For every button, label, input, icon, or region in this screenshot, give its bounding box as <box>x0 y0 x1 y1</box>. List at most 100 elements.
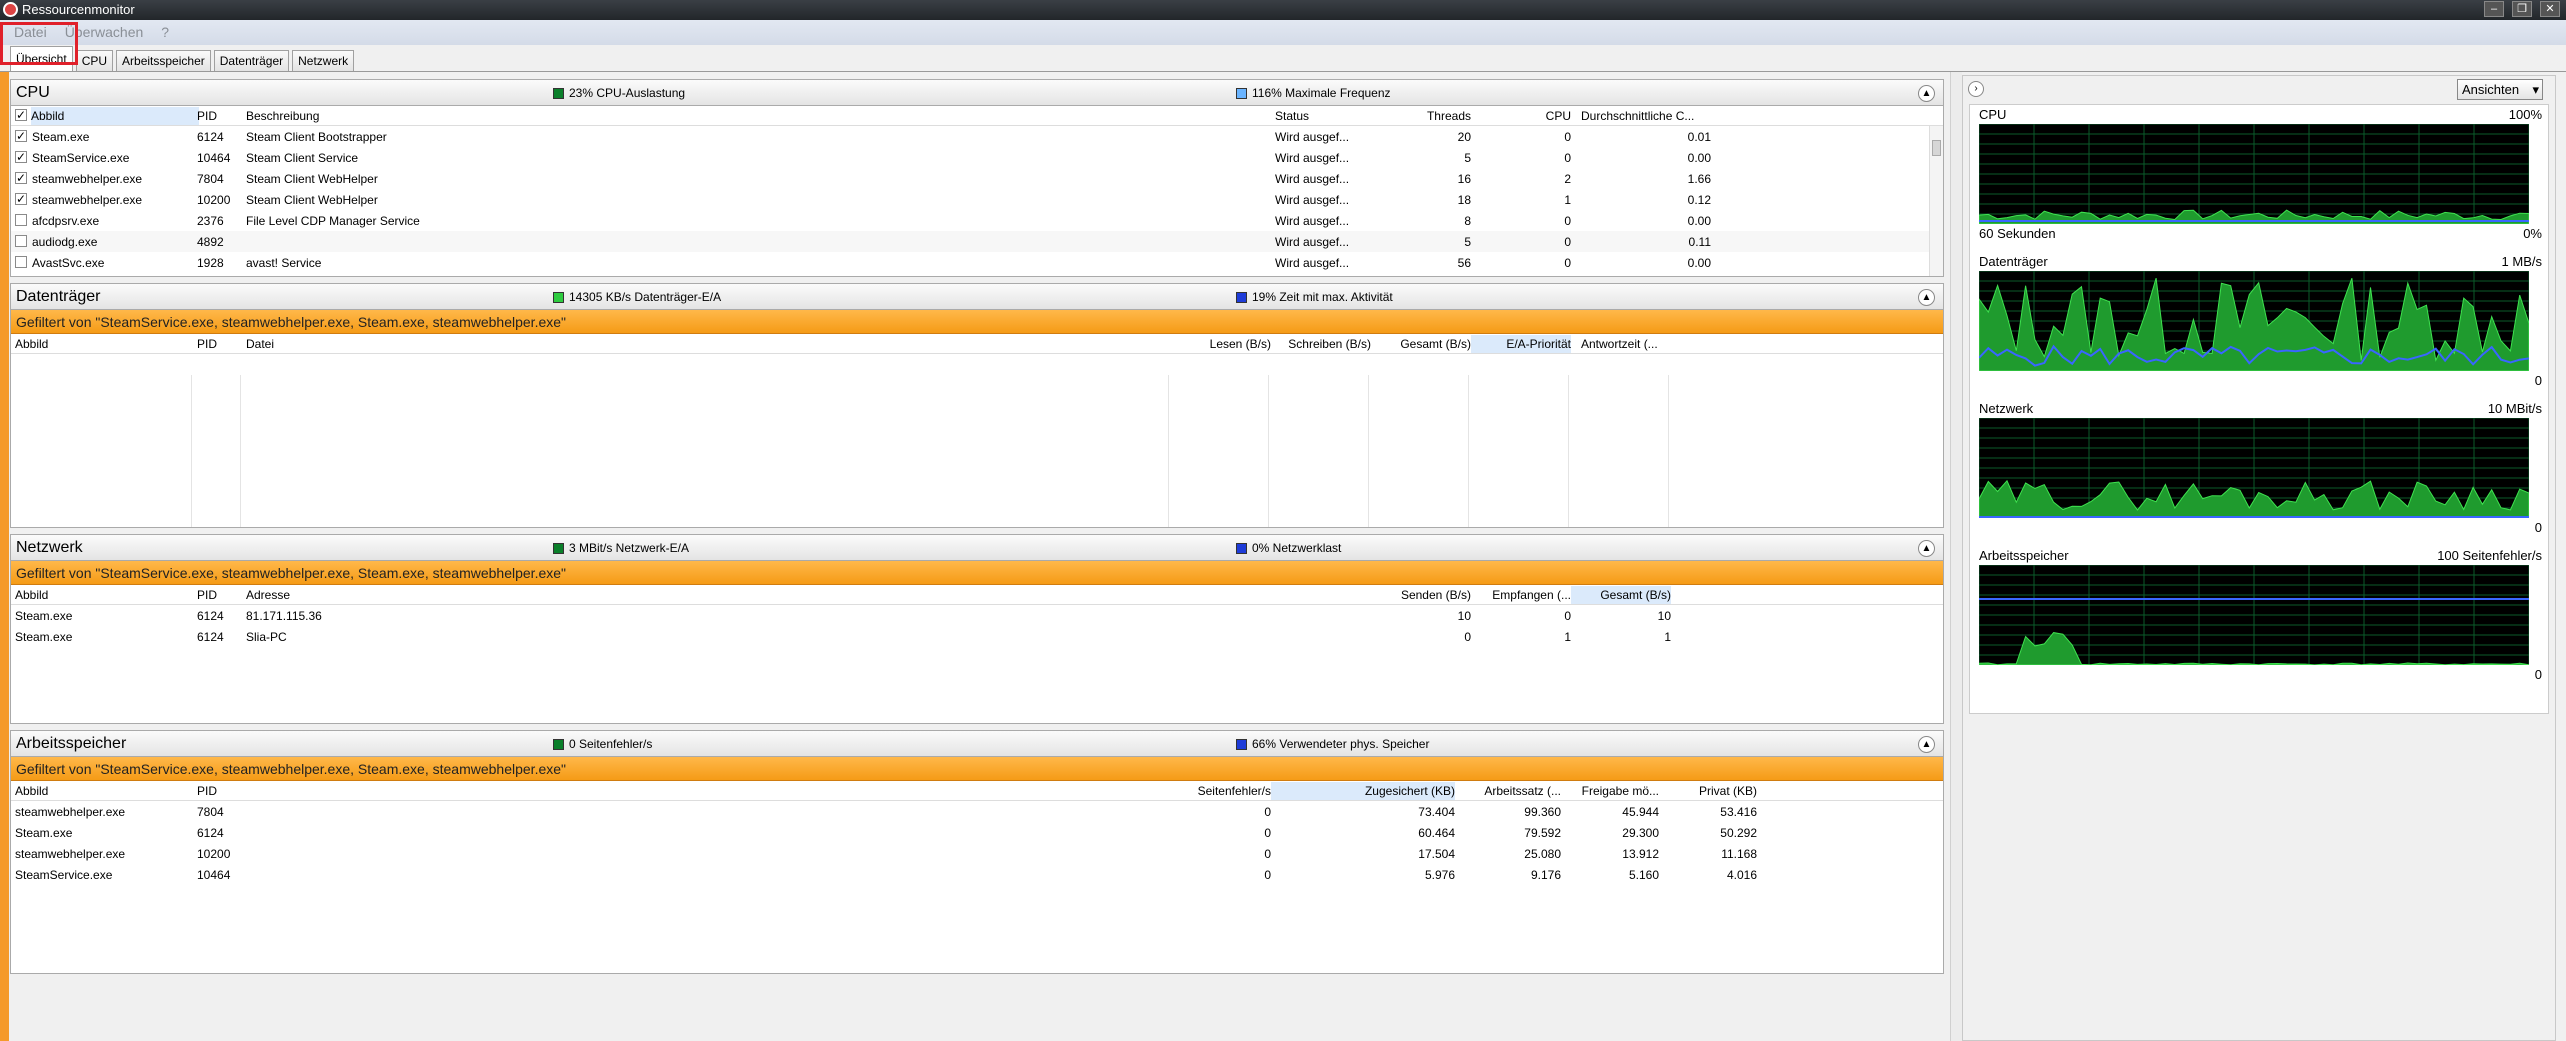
mem-commit: 60.464 <box>1418 826 1455 840</box>
table-row[interactable]: ✓ steamwebhelper.exe 10200 Steam Client Web… <box>11 189 1943 210</box>
col-status[interactable]: Status <box>1275 109 1309 123</box>
collapse-icon[interactable]: ▲ <box>1918 540 1935 557</box>
disk-header[interactable]: Datenträger 14305 KB/s Datenträger-E/A 1… <box>11 284 1943 310</box>
col-privat[interactable]: Privat (KB) <box>1661 784 1757 798</box>
table-row[interactable]: AvastSvc.exe 1928 avast! Service Wird ausge… <box>11 252 1943 273</box>
process-description: Steam Client Bootstrapper <box>246 130 387 144</box>
disk-io-indicator: 14305 KB/s Datenträger-E/A <box>553 284 721 310</box>
expand-icon[interactable]: › <box>1968 81 1984 97</box>
table-row[interactable]: Steam.exe 6124 Slia-PC 0 1 1 <box>11 626 1943 647</box>
process-checkbox[interactable]: ✓ <box>15 130 27 142</box>
process-checkbox[interactable] <box>15 235 27 247</box>
col-cpu[interactable]: CPU <box>1471 109 1571 123</box>
menu-help[interactable]: ? <box>161 20 169 45</box>
col-abbild[interactable]: Abbild <box>15 784 48 798</box>
process-checkbox[interactable] <box>15 256 27 268</box>
memory-header[interactable]: Arbeitsspeicher 0 Seitenfehler/s 66% Ver… <box>11 731 1943 757</box>
col-schreiben[interactable]: Schreiben (B/s) <box>1261 337 1371 351</box>
collapse-icon[interactable]: ▲ <box>1918 736 1935 753</box>
process-checkbox[interactable]: ✓ <box>15 151 27 163</box>
select-all-checkbox[interactable]: ✓ <box>15 109 27 121</box>
mem-working-set: 9.176 <box>1530 868 1561 882</box>
cpu-scroll-thumb[interactable] <box>1932 140 1941 156</box>
tab-datentraeger[interactable]: Datenträger <box>213 50 290 71</box>
network-io-swatch <box>553 542 564 554</box>
col-abbild[interactable]: Abbild <box>15 337 48 351</box>
tab-uebersicht[interactable]: Übersicht <box>10 46 73 71</box>
col-pid[interactable]: PID <box>197 784 217 798</box>
table-row[interactable]: afcdpsrv.exe 2376 File Level CDP Manager S… <box>11 210 1943 231</box>
memory-list: steamwebhelper.exe 7804 0 73.404 99.360 45.94… <box>11 801 1943 885</box>
col-empfangen[interactable]: Empfangen (... <box>1471 588 1571 602</box>
table-row[interactable]: ✓ steamwebhelper.exe 7804 Steam Client WebH… <box>11 168 1943 189</box>
tab-arbeitsspeicher[interactable]: Arbeitsspeicher <box>116 50 211 71</box>
table-row[interactable]: ✓ SteamService.exe 10464 Steam Client Servi… <box>11 147 1943 168</box>
table-row[interactable]: Steam.exe 6124 81.171.115.36 10 0 10 <box>11 605 1943 626</box>
col-senden[interactable]: Senden (B/s) <box>1371 588 1471 602</box>
cpu-graph-min: 0% <box>2523 226 2542 241</box>
col-pid[interactable]: PID <box>197 109 217 123</box>
cpu-scrollbar[interactable] <box>1929 126 1943 276</box>
grid-line <box>240 375 241 527</box>
table-row[interactable]: steamwebhelper.exe 7804 0 73.404 99.360 45.94… <box>11 801 1943 822</box>
network-filter-bar[interactable]: Gefiltert von "SteamService.exe, steamwe… <box>11 561 1943 585</box>
process-avg-cpu: 0.00 <box>1687 256 1711 270</box>
title-bar: Ressourcenmonitor – ❐ ✕ <box>0 0 2566 20</box>
mem-pid: 10464 <box>197 868 231 882</box>
col-gesamt[interactable]: Gesamt (B/s) <box>1371 337 1471 351</box>
col-arbeitssatz[interactable]: Arbeitssatz (... <box>1461 784 1561 798</box>
grid-line <box>1368 375 1369 527</box>
col-threads[interactable]: Threads <box>1351 109 1471 123</box>
disk-graph <box>1979 271 2529 371</box>
close-icon[interactable]: ✕ <box>2540 1 2560 17</box>
menu-ueberwachen[interactable]: Überwachen <box>65 20 144 45</box>
col-pid[interactable]: PID <box>197 588 217 602</box>
col-abbild[interactable]: Abbild <box>15 588 48 602</box>
process-checkbox[interactable]: ✓ <box>15 172 27 184</box>
col-gesamt[interactable]: Gesamt (B/s) <box>1571 586 1671 604</box>
process-checkbox[interactable] <box>15 214 27 226</box>
col-seitenfehler[interactable]: Seitenfehler/s <box>1151 784 1271 798</box>
minimize-icon[interactable]: – <box>2484 1 2504 17</box>
tab-netzwerk[interactable]: Netzwerk <box>292 50 355 71</box>
table-row[interactable]: steamwebhelper.exe 10200 0 17.504 25.080 13.9… <box>11 843 1943 864</box>
process-name: Steam.exe <box>32 130 90 144</box>
col-datei[interactable]: Datei <box>246 337 274 351</box>
grid-line <box>191 375 192 527</box>
col-pid[interactable]: PID <box>197 337 217 351</box>
process-checkbox[interactable]: ✓ <box>15 193 27 205</box>
table-row[interactable]: SteamService.exe 10464 0 5.976 9.176 5.160 4.0… <box>11 864 1943 885</box>
network-list: Steam.exe 6124 81.171.115.36 10 0 10 Steam.exe… <box>11 605 1943 647</box>
table-row[interactable]: ✓ Steam.exe 6124 Steam Client Bootstrapper W… <box>11 126 1943 147</box>
table-row[interactable]: audiodg.exe 4892 Wird ausgef... 5 0 0.11 <box>11 231 1943 252</box>
disk-filter-bar[interactable]: Gefiltert von "SteamService.exe, steamwe… <box>11 310 1943 334</box>
cpu-graph-timespan: 60 Sekunden <box>1979 226 2056 241</box>
col-antwortzeit[interactable]: Antwortzeit (... <box>1581 337 1658 351</box>
collapse-icon[interactable]: ▲ <box>1918 85 1935 102</box>
col-beschreibung[interactable]: Beschreibung <box>246 109 319 123</box>
col-zugesichert[interactable]: Zugesichert (KB) <box>1271 782 1455 800</box>
col-freigabe[interactable]: Freigabe mö... <box>1561 784 1659 798</box>
table-row[interactable]: Steam.exe 6124 0 60.464 79.592 29.300 50.292 <box>11 822 1943 843</box>
col-abbild[interactable]: Abbild <box>31 107 199 125</box>
col-lesen[interactable]: Lesen (B/s) <box>1171 337 1271 351</box>
main-scrollbar[interactable] <box>1950 72 1962 1041</box>
process-cpu: 0 <box>1564 256 1571 270</box>
process-cpu: 2 <box>1564 172 1571 186</box>
network-graph <box>1979 418 2529 518</box>
menu-bar: Datei Überwachen ? <box>0 20 2566 45</box>
cpu-header[interactable]: CPU 23% CPU-Auslastung 116% Maximale Fre… <box>11 80 1943 106</box>
network-header[interactable]: Netzwerk 3 MBit/s Netzwerk-E/A 0% Netzwe… <box>11 535 1943 561</box>
col-adresse[interactable]: Adresse <box>246 588 290 602</box>
views-dropdown[interactable]: Ansichten ▾ <box>2457 79 2543 100</box>
collapse-icon[interactable]: ▲ <box>1918 289 1935 306</box>
tab-cpu[interactable]: CPU <box>75 50 114 71</box>
col-durchschnitt[interactable]: Durchschnittliche C... <box>1581 109 1694 123</box>
network-io-text: 3 MBit/s Netzwerk-E/A <box>569 541 690 555</box>
memory-filter-bar[interactable]: Gefiltert von "SteamService.exe, steamwe… <box>11 757 1943 781</box>
menu-datei[interactable]: Datei <box>14 20 47 45</box>
col-ea-prioritaet[interactable]: E/A-Priorität <box>1471 335 1571 353</box>
net-process-name: Steam.exe <box>15 609 73 623</box>
maximize-icon[interactable]: ❐ <box>2512 1 2532 17</box>
process-avg-cpu: 0.11 <box>1688 235 1711 249</box>
